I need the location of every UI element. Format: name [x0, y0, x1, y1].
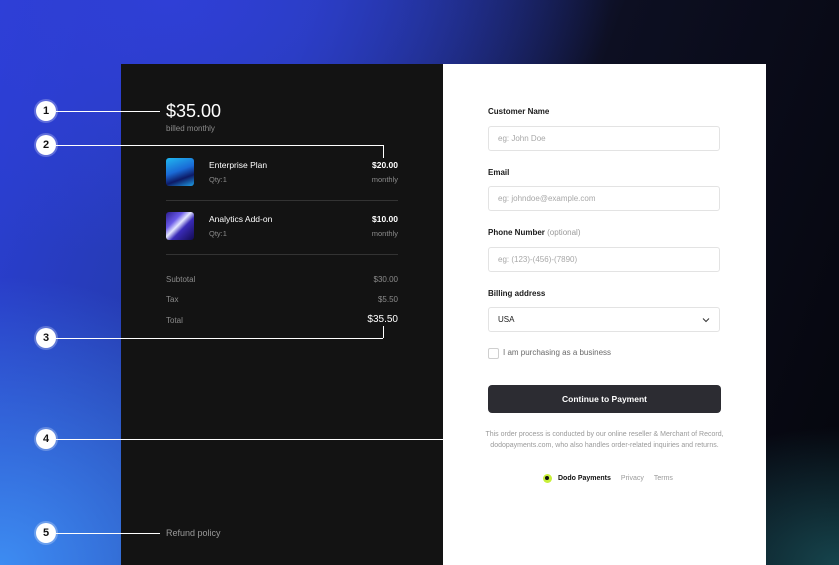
item-price: $10.00 [372, 214, 398, 224]
billing-country-select[interactable]: USA [488, 307, 720, 332]
callout-line-3-rise [383, 326, 384, 338]
continue-to-payment-button[interactable]: Continue to Payment [488, 385, 721, 413]
item-name: Analytics Add-on [209, 214, 273, 224]
billing-address-label: Billing address [488, 289, 546, 298]
merchant-disclaimer: This order process is conducted by our o… [485, 431, 724, 449]
divider [166, 254, 398, 255]
analytics-addon-thumbnail [166, 212, 194, 240]
annotation-marker-3: 3 [36, 328, 56, 348]
annotation-marker-5: 5 [36, 523, 56, 543]
subtotal-label: Subtotal [166, 275, 196, 284]
subtotal-value: $30.00 [373, 275, 398, 284]
callout-line-2 [56, 145, 383, 146]
total-value: $35.50 [367, 314, 398, 325]
line-item: Enterprise Plan Qty:1 $20.00 monthly [166, 158, 398, 188]
customer-name-label: Customer Name [488, 107, 550, 116]
annotation-marker-4: 4 [36, 429, 56, 449]
email-label: Email [488, 168, 510, 177]
billing-period: billed monthly [166, 124, 215, 133]
total-price: $35.00 [166, 101, 222, 121]
customer-name-input[interactable] [488, 126, 720, 151]
annotation-marker-1: 1 [36, 101, 56, 121]
item-period: monthly [371, 229, 398, 238]
phone-label-text: Phone Number [488, 228, 545, 237]
item-qty: Qty:1 [209, 175, 227, 184]
dodo-payments-logo-icon [543, 473, 552, 483]
phone-label: Phone Number (optional) [488, 228, 581, 237]
billing-country-value: USA [498, 315, 515, 324]
terms-link[interactable]: Terms [654, 475, 673, 482]
item-qty: Qty:1 [209, 229, 227, 238]
divider [166, 200, 398, 201]
callout-line-2-drop [383, 145, 384, 158]
phone-optional-text: (optional) [547, 228, 581, 237]
business-checkbox-label[interactable]: I am purchasing as a business [503, 348, 611, 357]
callout-line-1 [56, 111, 160, 112]
footer-row: Dodo Payments Privacy Terms [543, 472, 673, 484]
item-period: monthly [371, 175, 398, 184]
chevron-down-icon [702, 318, 710, 323]
privacy-link[interactable]: Privacy [621, 475, 644, 482]
annotation-marker-2: 2 [36, 135, 56, 155]
line-item: Analytics Add-on Qty:1 $10.00 monthly [166, 212, 398, 242]
callout-line-3 [56, 338, 383, 339]
brand-name: Dodo Payments [558, 474, 611, 482]
item-name: Enterprise Plan [209, 160, 268, 170]
phone-input[interactable] [488, 247, 720, 272]
enterprise-plan-thumbnail [166, 158, 194, 186]
callout-line-4 [56, 439, 484, 440]
business-checkbox[interactable] [488, 348, 499, 359]
tax-value: $5.50 [377, 295, 398, 304]
tax-label: Tax [166, 295, 179, 304]
email-input[interactable] [488, 186, 720, 211]
refund-policy-link[interactable]: Refund policy [166, 528, 221, 538]
callout-line-5 [56, 533, 160, 534]
total-label: Total [166, 316, 183, 325]
item-price: $20.00 [372, 160, 398, 170]
